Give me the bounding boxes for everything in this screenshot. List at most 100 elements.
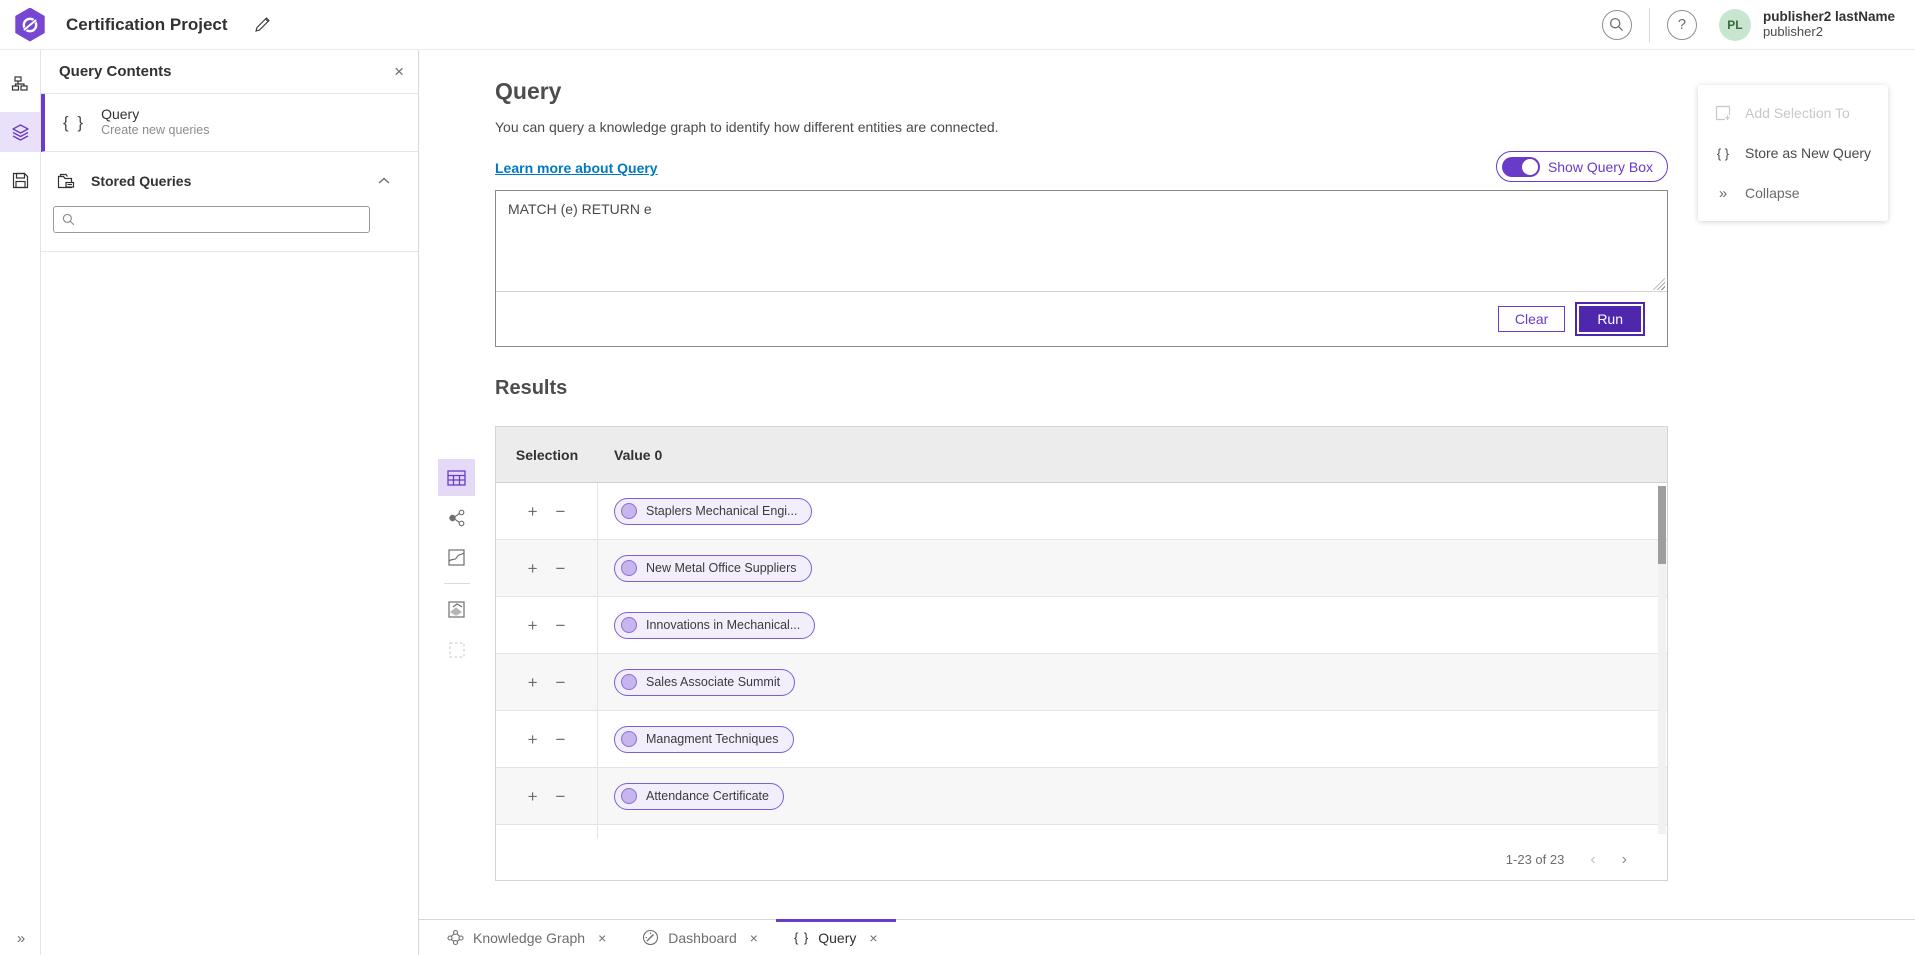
- project-title: Certification Project: [66, 15, 228, 35]
- add-to-selection-button[interactable]: +: [526, 560, 540, 577]
- tab-knowledge-graph[interactable]: Knowledge Graph ×: [429, 920, 624, 955]
- panel-close-icon[interactable]: ×: [394, 63, 404, 80]
- add-to-selection-button[interactable]: +: [526, 503, 540, 520]
- table-row: +− New Metal Office Suppliers: [496, 540, 1667, 597]
- save-button[interactable]: [0, 160, 40, 200]
- double-chevron-right-icon: »: [1714, 185, 1732, 202]
- close-tab-icon[interactable]: ×: [869, 930, 877, 946]
- save-icon: [12, 172, 29, 189]
- query-item-subtitle: Create new queries: [101, 123, 209, 139]
- table-row: +− Innovations in Mechanical...: [496, 597, 1667, 654]
- entity-dot-icon: [621, 560, 637, 576]
- run-button[interactable]: Run: [1579, 306, 1641, 332]
- column-header-selection: Selection: [496, 447, 598, 463]
- map-view-button[interactable]: [438, 539, 475, 576]
- results-view-toolbar: [438, 459, 475, 671]
- dashed-frame-icon: [449, 642, 465, 658]
- layers-icon: [11, 123, 30, 142]
- user-avatar[interactable]: PL: [1719, 9, 1751, 41]
- entity-dot-icon: [621, 674, 637, 690]
- braces-icon: { }: [1714, 146, 1732, 161]
- contents-button[interactable]: [0, 112, 40, 152]
- entity-dot-icon: [621, 788, 637, 804]
- entity-pill[interactable]: Staplers Mechanical Engi...: [614, 498, 812, 525]
- remove-from-selection-button[interactable]: −: [554, 674, 568, 691]
- query-contents-item-query[interactable]: { } Query Create new queries: [41, 94, 418, 152]
- add-to-selection-button[interactable]: +: [526, 731, 540, 748]
- query-box: MATCH (e) RETURN e Clear Run: [495, 190, 1668, 347]
- show-query-box-label: Show Query Box: [1548, 159, 1653, 175]
- entity-pill[interactable]: Attendance Certificate: [614, 783, 784, 810]
- table-view-button[interactable]: [438, 459, 475, 496]
- results-heading: Results: [495, 377, 1668, 400]
- next-page-icon[interactable]: ›: [1622, 852, 1627, 868]
- expand-rail-icon[interactable]: »: [17, 930, 23, 947]
- entity-dot-icon: [621, 617, 637, 633]
- query-description: You can query a knowledge graph to ident…: [495, 119, 1668, 135]
- entity-pill[interactable]: Sales Associate Summit: [614, 669, 795, 696]
- help-button[interactable]: ?: [1667, 10, 1697, 40]
- app-logo-icon[interactable]: [14, 8, 46, 42]
- add-to-selection-button[interactable]: +: [526, 617, 540, 634]
- query-options-menu: Add Selection To { } Store as New Query …: [1698, 85, 1888, 221]
- topbar-divider: [1649, 8, 1650, 42]
- remove-from-selection-button[interactable]: −: [554, 788, 568, 805]
- search-icon: [62, 213, 81, 226]
- scrollbar-thumb[interactable]: [1658, 486, 1666, 564]
- map-icon: [448, 549, 465, 566]
- close-tab-icon[interactable]: ×: [750, 930, 758, 946]
- stored-queries-search-input[interactable]: [81, 212, 361, 227]
- edit-title-icon[interactable]: [254, 16, 271, 33]
- query-input[interactable]: MATCH (e) RETURN e: [496, 191, 1667, 281]
- query-heading: Query: [495, 78, 1668, 105]
- knowledge-graph-icon: [447, 929, 464, 946]
- table-scrollbar[interactable]: [1658, 486, 1666, 834]
- toggle-switch-icon: [1502, 157, 1540, 177]
- table-row: +− Sales Associate Summit: [496, 654, 1667, 711]
- main-area: Query You can query a knowledge graph to…: [419, 50, 1915, 955]
- link-chart-icon: [448, 509, 466, 527]
- resize-handle[interactable]: [496, 281, 1667, 291]
- close-tab-icon[interactable]: ×: [598, 930, 606, 946]
- clear-button[interactable]: Clear: [1498, 306, 1565, 332]
- user-menu[interactable]: publisher2 lastName publisher2: [1763, 10, 1901, 39]
- add-to-selection-button[interactable]: +: [526, 674, 540, 691]
- learn-more-link[interactable]: Learn more about Query: [495, 160, 658, 176]
- data-model-button[interactable]: [0, 64, 40, 104]
- table-row: +− Managment Techniques: [496, 711, 1667, 768]
- search-icon: [1609, 17, 1624, 32]
- table-pagination: 1-23 of 23 ‹ ›: [496, 839, 1667, 880]
- entity-pill[interactable]: Innovations in Mechanical...: [614, 612, 815, 639]
- table-header: Selection Value 0: [496, 427, 1667, 483]
- help-icon: ?: [1678, 16, 1686, 33]
- entity-pill[interactable]: New Metal Office Suppliers: [614, 555, 812, 582]
- remove-from-selection-button[interactable]: −: [554, 617, 568, 634]
- previous-page-icon[interactable]: ‹: [1590, 852, 1595, 868]
- remove-from-selection-button[interactable]: −: [554, 731, 568, 748]
- stored-queries-header[interactable]: Stored Queries: [41, 152, 418, 200]
- new-map-view-button[interactable]: [438, 591, 475, 628]
- add-selection-icon: [1714, 105, 1732, 121]
- add-to-selection-button[interactable]: +: [526, 788, 540, 805]
- search-button[interactable]: [1602, 10, 1632, 40]
- braces-icon: { }: [63, 113, 85, 133]
- menu-item-store-as-new-query[interactable]: { } Store as New Query: [1698, 133, 1888, 173]
- stored-queries-search[interactable]: [53, 206, 370, 233]
- entity-pill[interactable]: Managment Techniques: [614, 726, 794, 753]
- table-icon: [447, 470, 466, 486]
- remove-from-selection-button[interactable]: −: [554, 503, 568, 520]
- dashboard-icon: [642, 929, 659, 946]
- table-row: +− Attendance Certificate: [496, 768, 1667, 825]
- show-query-box-toggle[interactable]: Show Query Box: [1496, 151, 1668, 182]
- query-item-title: Query: [101, 106, 209, 124]
- tab-query[interactable]: { } Query ×: [776, 920, 896, 955]
- column-header-value0: Value 0: [598, 447, 1667, 463]
- user-username: publisher2: [1763, 25, 1895, 39]
- panel-title: Query Contents: [59, 63, 172, 80]
- link-chart-view-button[interactable]: [438, 499, 475, 536]
- tab-dashboard[interactable]: Dashboard ×: [624, 920, 776, 955]
- chevron-up-icon[interactable]: [378, 172, 404, 190]
- menu-item-collapse[interactable]: » Collapse: [1698, 173, 1888, 213]
- remove-from-selection-button[interactable]: −: [554, 560, 568, 577]
- map-layers-icon: [448, 601, 465, 618]
